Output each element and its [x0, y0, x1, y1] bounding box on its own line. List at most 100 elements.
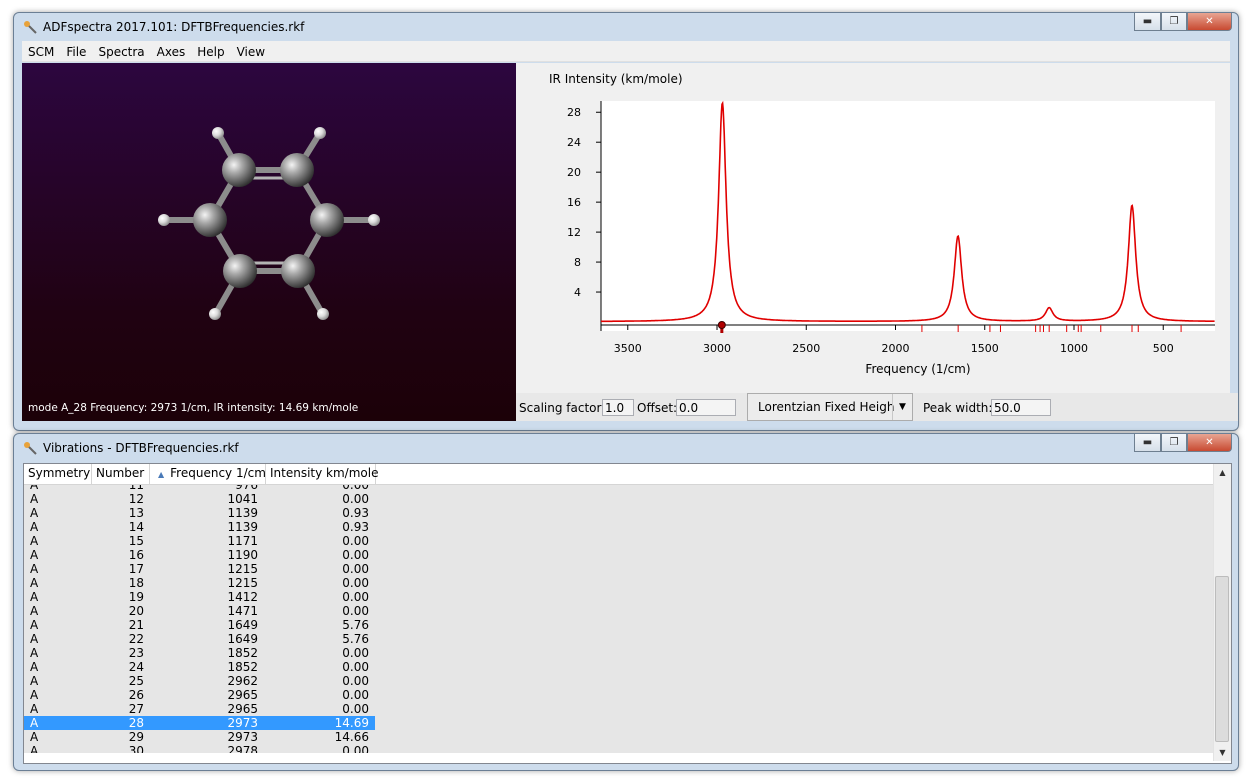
- table-row[interactable]: A 25 2962 0.00: [24, 674, 375, 688]
- column-header-number[interactable]: Number: [92, 464, 150, 484]
- minimize-button[interactable]: ▬: [1134, 434, 1161, 452]
- cell-intensity: 0.00: [342, 534, 369, 548]
- cell-intensity: 0.00: [342, 688, 369, 702]
- scaling-factor-label: Scaling factor:: [519, 401, 606, 415]
- column-header-intensity[interactable]: Intensity km/mole: [266, 464, 378, 484]
- minimize-button[interactable]: ▬: [1134, 13, 1161, 31]
- table-header: Symmetry Number ▲ Frequency 1/cm Intensit…: [24, 464, 1215, 485]
- y-tick-label: 20: [567, 166, 581, 179]
- scroll-down-icon[interactable]: ▼: [1214, 744, 1231, 761]
- menu-spectra[interactable]: Spectra: [92, 41, 150, 61]
- scaling-factor-input[interactable]: 1.0: [602, 399, 634, 416]
- table-row[interactable]: A 26 2965 0.00: [24, 688, 375, 702]
- cell-symmetry: A: [30, 646, 39, 660]
- vibrations-table[interactable]: Symmetry Number ▲ Frequency 1/cm Intensit…: [23, 463, 1232, 764]
- cell-symmetry: A: [30, 590, 39, 604]
- cell-number: 19: [128, 590, 144, 604]
- table-body: A 11 976 0.00 A 12 1041 0.00 A 13 1139 0.93 A 14 1139 0…: [24, 485, 1215, 753]
- x-tick-label: 500: [1153, 342, 1174, 355]
- column-header-frequency[interactable]: ▲ Frequency 1/cm: [150, 464, 266, 484]
- cell-symmetry: A: [30, 660, 39, 674]
- table-row[interactable]: A 20 1471 0.00: [24, 604, 375, 618]
- cell-number: 27: [128, 702, 144, 716]
- cell-symmetry: A: [30, 744, 39, 753]
- cell-number: 22: [128, 632, 144, 646]
- table-row[interactable]: A 29 2973 14.66: [24, 730, 375, 744]
- cell-number: 25: [128, 674, 144, 688]
- main-titlebar[interactable]: ADFspectra 2017.101: DFTBFrequencies.rkf…: [14, 13, 1238, 41]
- restore-button[interactable]: ❐: [1161, 434, 1187, 452]
- cell-number: 28: [128, 716, 144, 730]
- table-row[interactable]: A 24 1852 0.00: [24, 660, 375, 674]
- menu-axes[interactable]: Axes: [151, 41, 192, 61]
- table-row[interactable]: A 15 1171 0.00: [24, 534, 375, 548]
- cell-number: 26: [128, 688, 144, 702]
- peak-width-input[interactable]: 50.0: [991, 399, 1051, 416]
- cell-frequency: 1139: [227, 520, 258, 534]
- x-tick-label: 2000: [882, 342, 910, 355]
- vibrations-titlebar[interactable]: Vibrations - DFTBFrequencies.rkf ▬ ❐ ✕: [14, 434, 1238, 462]
- table-row[interactable]: A 21 1649 5.76: [24, 618, 375, 632]
- cell-intensity: 0.00: [342, 548, 369, 562]
- y-tick-label: 4: [574, 286, 581, 299]
- vibrations-window: Vibrations - DFTBFrequencies.rkf ▬ ❐ ✕ S…: [13, 433, 1239, 771]
- cell-intensity: 0.00: [342, 744, 369, 753]
- vertical-scrollbar[interactable]: ▲ ▼: [1213, 464, 1231, 761]
- x-tick-label: 2500: [792, 342, 820, 355]
- scroll-thumb[interactable]: [1215, 576, 1229, 742]
- y-tick-label: 16: [567, 196, 581, 209]
- cell-intensity: 0.00: [342, 590, 369, 604]
- table-row[interactable]: A 23 1852 0.00: [24, 646, 375, 660]
- table-row[interactable]: A 22 1649 5.76: [24, 632, 375, 646]
- table-row[interactable]: A 17 1215 0.00: [24, 562, 375, 576]
- table-row[interactable]: A 16 1190 0.00: [24, 548, 375, 562]
- cell-frequency: 976: [235, 485, 258, 492]
- menu-file[interactable]: File: [60, 41, 92, 61]
- menu-help[interactable]: Help: [191, 41, 230, 61]
- cell-symmetry: A: [30, 688, 39, 702]
- cell-number: 18: [128, 576, 144, 590]
- menu-scm[interactable]: SCM: [22, 41, 60, 61]
- table-row[interactable]: A 19 1412 0.00: [24, 590, 375, 604]
- menu-view[interactable]: View: [231, 41, 271, 61]
- close-button[interactable]: ✕: [1187, 434, 1232, 452]
- cell-intensity: 0.00: [342, 562, 369, 576]
- cell-intensity: 5.76: [342, 632, 369, 646]
- cell-number: 20: [128, 604, 144, 618]
- peak-width-label: Peak width:: [923, 401, 993, 415]
- table-row[interactable]: A 11 976 0.00: [24, 485, 375, 492]
- y-tick-label: 8: [574, 256, 581, 269]
- cell-frequency: 1471: [227, 604, 258, 618]
- x-tick-label: 1000: [1060, 342, 1088, 355]
- ir-spectrum-chart[interactable]: 4 8 12 16 20 24 28 3500 3000 2500 2000 1500 1000 500 F…: [516, 63, 1239, 393]
- offset-input[interactable]: 0.0: [676, 399, 736, 416]
- table-row[interactable]: A 12 1041 0.00: [24, 492, 375, 506]
- column-header-symmetry[interactable]: Symmetry: [24, 464, 92, 484]
- lineshape-value: Lorentzian Fixed Heigh: [758, 400, 895, 414]
- y-tick-label: 24: [567, 136, 581, 149]
- molecule-viewer[interactable]: mode A_28 Frequency: 2973 1/cm, IR inten…: [22, 63, 516, 421]
- chevron-down-icon[interactable]: ▼: [892, 394, 912, 420]
- cell-intensity: 5.76: [342, 618, 369, 632]
- table-row[interactable]: A 28 2973 14.69: [24, 716, 375, 730]
- table-row[interactable]: A 13 1139 0.93: [24, 506, 375, 520]
- cell-intensity: 0.00: [342, 492, 369, 506]
- scroll-up-icon[interactable]: ▲: [1214, 464, 1231, 481]
- cell-frequency: 2962: [227, 674, 258, 688]
- cell-number: 21: [128, 618, 144, 632]
- close-button[interactable]: ✕: [1187, 13, 1232, 31]
- selected-mode-marker: [717, 321, 726, 330]
- lineshape-dropdown[interactable]: Lorentzian Fixed Heigh ▼: [747, 393, 913, 421]
- x-tick-label: 3500: [614, 342, 642, 355]
- benzene-molecule: [158, 127, 380, 320]
- cell-number: 12: [128, 492, 144, 506]
- cell-number: 13: [128, 506, 144, 520]
- table-row[interactable]: A 27 2965 0.00: [24, 702, 375, 716]
- restore-button[interactable]: ❐: [1161, 13, 1187, 31]
- cell-frequency: 2978: [227, 744, 258, 753]
- hydrogen-atoms: [158, 127, 380, 320]
- table-row[interactable]: A 14 1139 0.93: [24, 520, 375, 534]
- table-row[interactable]: A 18 1215 0.00: [24, 576, 375, 590]
- cell-intensity: 14.66: [334, 730, 369, 744]
- table-row[interactable]: A 30 2978 0.00: [24, 744, 375, 753]
